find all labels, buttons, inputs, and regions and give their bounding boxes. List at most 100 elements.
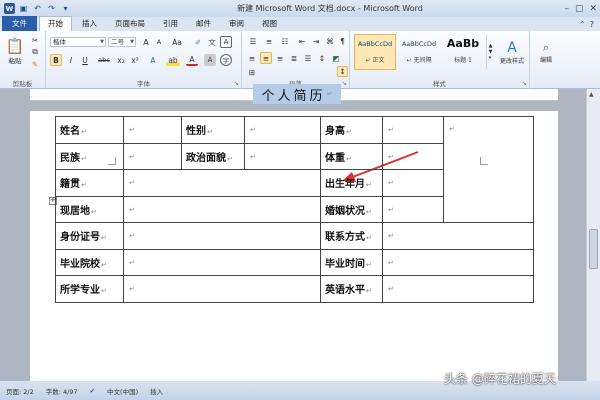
sort-icon[interactable]: ↕ (337, 66, 348, 77)
style-normal[interactable]: AaBbCcDd ↵ 正文 (354, 34, 396, 70)
superscript-button[interactable]: x² (129, 54, 141, 66)
redo-icon[interactable]: ↷ (46, 3, 57, 14)
multilevel-list-icon[interactable]: ☷ (278, 36, 292, 47)
minimize-icon[interactable]: – (564, 4, 569, 14)
collapse-ribbon-icon[interactable]: ⌃ (579, 20, 586, 29)
italic-button[interactable]: I (65, 54, 77, 66)
align-left-icon[interactable]: ≡ (246, 52, 258, 64)
selected-title-highlight[interactable]: 个人简历 ↵ (253, 84, 341, 104)
page-count[interactable]: 页面: 2/2 (6, 386, 34, 396)
change-case-button[interactable]: Aa (169, 36, 185, 48)
scroll-thumb[interactable] (589, 229, 598, 269)
tab-file[interactable]: 文件 (2, 16, 37, 31)
word-app-icon[interactable]: W (4, 3, 15, 14)
table-cell[interactable]: ↵ (123, 116, 182, 144)
distributed-icon[interactable]: ☰ (302, 52, 314, 64)
enclose-characters-icon[interactable]: 字 (220, 54, 232, 66)
insert-mode[interactable]: 插入 (150, 386, 163, 396)
editing-button[interactable]: ⌕ 编辑 (533, 34, 559, 70)
table-cell[interactable]: ↵ (382, 142, 444, 170)
format-painter-icon[interactable]: ✎ (28, 59, 42, 69)
highlight-icon[interactable]: ab (166, 54, 180, 66)
dialog-launcher-icon[interactable]: ↘ (522, 80, 527, 87)
table-cell[interactable]: ↵ (244, 142, 321, 170)
shading-icon[interactable]: ◩ (330, 52, 342, 64)
text-effects-icon[interactable]: A (146, 54, 160, 66)
table-cell[interactable]: ↵ (123, 248, 321, 276)
tab-page-layout[interactable]: 页面布局 (107, 17, 153, 31)
table-cell[interactable]: 所学专业↵ (55, 275, 124, 303)
bold-button[interactable]: B (50, 54, 62, 66)
table-cell[interactable]: 身高↵ (320, 116, 383, 144)
character-shading-icon[interactable]: A (204, 54, 216, 66)
vertical-scrollbar[interactable]: ▲ (586, 89, 600, 381)
scroll-up-icon[interactable]: ▲ (589, 91, 594, 98)
table-cell[interactable]: 身份证号↵ (55, 222, 124, 250)
shrink-font-button[interactable]: A (153, 36, 165, 48)
table-cell[interactable]: 出生年月↵ (320, 169, 383, 197)
table-cell[interactable]: 婚姻状况↵ (320, 195, 383, 223)
cut-icon[interactable]: ✂ (28, 35, 42, 45)
table-cell[interactable]: ↵ (382, 275, 534, 303)
phonetic-guide-icon[interactable]: 文 (206, 36, 218, 48)
justify-icon[interactable]: ≣ (288, 52, 300, 64)
numbering-icon[interactable]: ≡ (262, 36, 276, 47)
table-cell[interactable]: 毕业时间↵ (320, 248, 383, 276)
decrease-indent-icon[interactable]: ⇤ (296, 36, 308, 47)
table-cell[interactable]: 现居地↵ (55, 195, 124, 223)
close-icon[interactable]: ✕ (589, 4, 597, 14)
table-cell[interactable]: ↵ (382, 116, 444, 144)
table-cell[interactable]: ↵ (123, 222, 321, 250)
table-cell[interactable]: 毕业院校↵ (55, 248, 124, 276)
save-icon[interactable]: ▣ (18, 3, 29, 14)
table-cell[interactable]: ↵ (382, 222, 534, 250)
grow-font-button[interactable]: A (140, 36, 152, 48)
maximize-icon[interactable]: ▢ (575, 4, 584, 14)
clear-formatting-icon[interactable]: ✐ (192, 36, 204, 48)
underline-button[interactable]: U (79, 54, 91, 66)
tab-insert[interactable]: 插入 (74, 17, 105, 31)
tab-view[interactable]: 视图 (254, 17, 285, 31)
dialog-launcher-icon[interactable]: ↘ (234, 80, 239, 87)
copy-icon[interactable]: ⧉ (28, 47, 42, 57)
subscript-button[interactable]: x₂ (115, 54, 127, 66)
tab-home[interactable]: 开始 (39, 16, 72, 31)
table-cell[interactable]: ↵ (244, 116, 321, 144)
table-cell[interactable]: 联系方式↵ (320, 222, 383, 250)
table-cell[interactable]: ↵ (123, 169, 321, 197)
photo-cell[interactable]: ↵ (443, 116, 534, 223)
customize-icon[interactable]: ▾ (60, 3, 71, 14)
table-cell[interactable]: 体重↵ (320, 142, 383, 170)
character-border-icon[interactable]: A (220, 36, 232, 48)
font-name-combo[interactable]: 楷体 ▼ (50, 37, 106, 47)
font-size-combo[interactable]: 二号 ▼ (108, 37, 136, 47)
undo-icon[interactable]: ↶ (32, 3, 43, 14)
line-spacing-icon[interactable]: ↕ (316, 52, 328, 64)
tab-review[interactable]: 审阅 (221, 17, 252, 31)
table-cell[interactable]: 英语水平↵ (320, 275, 383, 303)
table-cell[interactable]: ↵ (382, 169, 444, 197)
table-cell[interactable]: 民族↵ (55, 142, 124, 170)
borders-icon[interactable]: ⊞ (246, 68, 258, 77)
proofing-icon[interactable]: ✔ (90, 387, 95, 395)
align-right-icon[interactable]: ≡ (274, 52, 286, 64)
increase-indent-icon[interactable]: ⇥ (310, 36, 322, 47)
dialog-launcher-icon[interactable]: ↘ (342, 80, 347, 87)
tab-references[interactable]: 引用 (155, 17, 186, 31)
language-indicator[interactable]: 中文(中国) (107, 386, 138, 396)
show-marks-icon[interactable]: ¶ (337, 36, 348, 47)
table-cell[interactable]: ↵ (123, 195, 321, 223)
chinese-layout-icon[interactable]: ⌘ (324, 36, 336, 47)
strikethrough-button[interactable]: abc (96, 54, 112, 66)
table-cell[interactable]: ↵ (123, 142, 182, 170)
change-styles-button[interactable]: A 更改样式 (496, 34, 528, 70)
table-cell[interactable]: ↵ (382, 248, 534, 276)
style-heading-1[interactable]: AaBb 标题 1 (442, 34, 484, 70)
font-color-button[interactable]: A (186, 54, 198, 66)
style-no-spacing[interactable]: AaBbCcDd ↵ 无间隔 (398, 34, 440, 70)
styles-scroll[interactable]: ▲ ▼ ▾ (486, 34, 494, 70)
table-cell[interactable]: 籍贯↵ (55, 169, 124, 197)
table-cell[interactable]: ↵ (382, 195, 444, 223)
table-cell[interactable]: 姓名↵ (55, 116, 124, 144)
table-cell[interactable]: ↵ (123, 275, 321, 303)
